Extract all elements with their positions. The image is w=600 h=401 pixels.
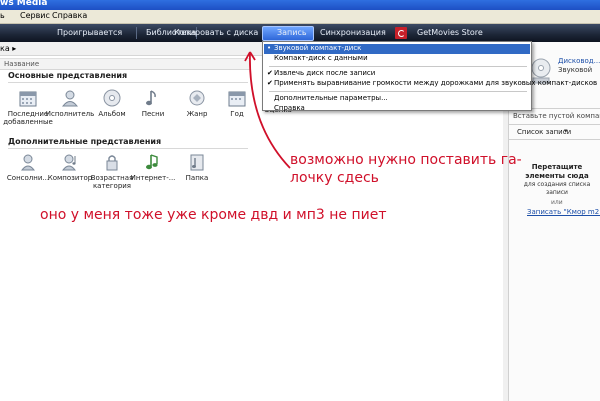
internet-music-icon — [146, 154, 158, 170]
column-header[interactable]: Название — [0, 58, 250, 70]
view-online-stores[interactable]: Интернет-... — [131, 152, 175, 192]
menu-item-help[interactable]: Справка — [264, 104, 530, 112]
menu-separator — [269, 91, 527, 92]
tile-label: Папка — [185, 174, 209, 182]
burn-playlist-link[interactable]: Записать "Кмор m2 4". — [527, 208, 600, 216]
tab-rip[interactable]: Копировать с диска — [174, 28, 258, 37]
tab-burn[interactable]: Запись — [277, 28, 307, 37]
lock-icon — [106, 155, 118, 171]
divider — [8, 148, 248, 149]
view-songs[interactable]: Песни — [131, 88, 175, 128]
menu-item-data-cd[interactable]: Компакт-диск с данными — [264, 54, 530, 64]
view-recent[interactable]: Последние добавленные — [3, 88, 53, 128]
disc-icon — [103, 89, 121, 107]
drag-items-sub: для создания списка записи — [523, 181, 591, 196]
tab-now-playing[interactable]: Проигрывается — [57, 28, 122, 37]
music-note-icon — [146, 90, 156, 106]
menu-item-audio-cd[interactable]: • Звуковой компакт-диск — [264, 44, 530, 54]
genre-icon — [189, 90, 205, 106]
menu-item-tools[interactable]: Сервис — [20, 11, 50, 20]
divider — [8, 82, 248, 83]
menu-item-help[interactable]: Справка — [52, 11, 87, 20]
drag-items-title: Перетащите элементы сюда — [525, 163, 589, 180]
disc-type: Звуковой — [558, 66, 593, 74]
tab-store[interactable]: GetMovies Store — [417, 28, 483, 37]
folder-icon — [190, 154, 204, 171]
insert-disc-hint: Вставьте пустой компакт-дис — [513, 112, 600, 120]
title-bar: ws Media — [0, 0, 600, 10]
menu-item-eject-after-burn[interactable]: ✔ Извлечь диск после записи — [264, 69, 530, 79]
view-contributing-artist[interactable]: Сонсолни... — [6, 152, 50, 192]
disc-drive-title[interactable]: Дисковод... — [558, 57, 600, 65]
nav-bar: Проигрывается Библиотека Копировать с ди… — [0, 24, 600, 42]
section-additional-title: Дополнительные представления — [8, 137, 162, 146]
calendar-icon — [19, 91, 37, 107]
annotation-text-3: оно у меня тоже уже кроме двд и мп3 не п… — [40, 207, 387, 223]
annotation-arrow — [244, 51, 291, 169]
annotation-text-1: возможно нужно поставить га- — [290, 152, 522, 168]
window-title: ws Media — [0, 0, 48, 8]
chevron-down-icon[interactable]: ▾ — [564, 127, 568, 135]
artist-icon — [61, 90, 79, 107]
breadcrumb[interactable]: ка ▸ — [0, 44, 16, 53]
or-label: или — [551, 199, 563, 206]
wmp-window: { "window": { "title": "ws Media" }, "me… — [0, 0, 600, 401]
annotation-text-2: лочку сдесь — [290, 170, 379, 186]
view-genre[interactable]: Жанр — [175, 88, 219, 128]
section-primary-title: Основные представления — [8, 71, 128, 80]
view-album[interactable]: Альбом — [90, 88, 134, 128]
view-folder[interactable]: Папка — [175, 152, 219, 192]
menu-item-view[interactable]: ь — [0, 11, 5, 20]
view-parental-rating[interactable]: Возрастная категория — [90, 152, 134, 192]
nav-separator — [136, 27, 137, 39]
burn-options-menu: • Звуковой компакт-диск Компакт-диск с д… — [262, 41, 597, 112]
menu-bar: ь Сервис Справка — [0, 10, 600, 24]
divider — [509, 124, 600, 125]
menu-separator — [269, 66, 527, 67]
tab-sync[interactable]: Синхронизация — [320, 28, 386, 37]
column-name-label: Название — [4, 60, 40, 68]
view-artist[interactable]: Исполнитель — [46, 88, 94, 128]
menu-item-volume-leveling[interactable]: ✔ Применять выравнивание громкости между… — [264, 79, 597, 89]
menu-item-more-options[interactable]: Дополнительные параметры... — [264, 94, 530, 104]
divider — [509, 139, 600, 140]
getmovies-logo-icon — [395, 27, 407, 39]
microphone-icon — [20, 154, 36, 171]
composer-icon — [61, 154, 77, 171]
